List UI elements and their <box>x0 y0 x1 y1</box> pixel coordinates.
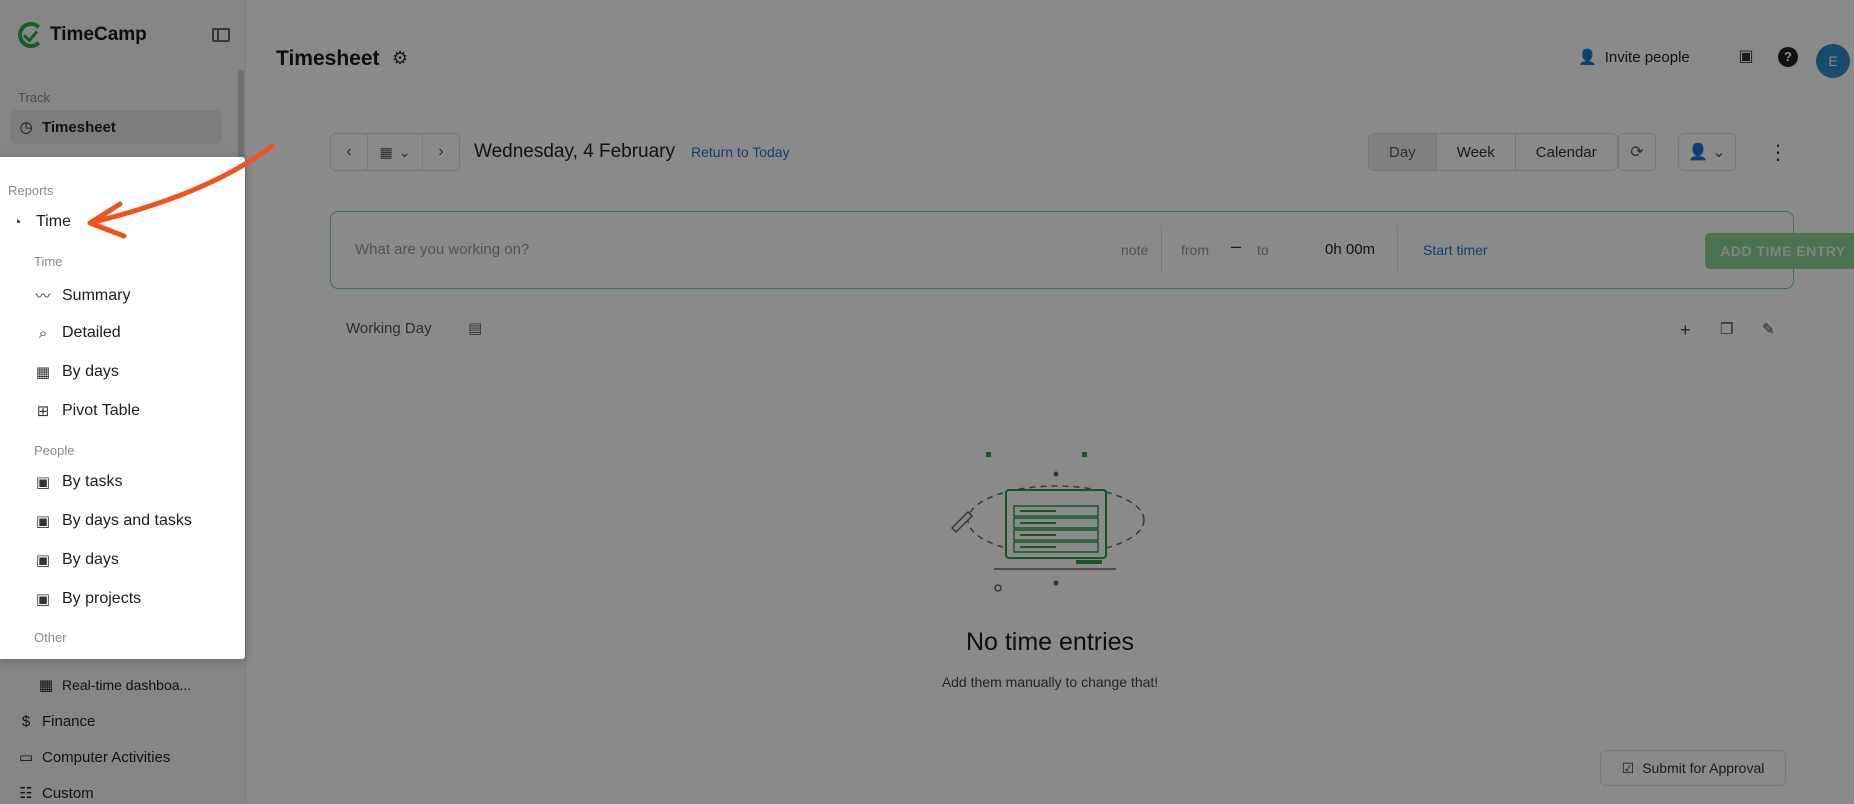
report-people-by-projects[interactable]: ▣ By projects <box>34 590 141 608</box>
reports-section-label: Reports <box>8 183 54 198</box>
magnifier-icon: ⌕ <box>38 324 48 342</box>
report-pivot-table-label: Pivot Table <box>62 402 140 419</box>
report-people-by-tasks[interactable]: ▣ By tasks <box>34 473 123 491</box>
person-card-icon: ▣ <box>35 591 51 608</box>
calendar-grid-icon: ▦ <box>35 364 51 381</box>
annotation-arrow <box>87 143 275 239</box>
report-people-by-days-and-tasks-label: By days and tasks <box>62 512 192 529</box>
report-people-by-days-label: By days <box>62 551 119 568</box>
group-label-other: Other <box>34 630 67 645</box>
group-label-time: Time <box>34 254 63 269</box>
report-pivot-table[interactable]: ⊞ Pivot Table <box>34 402 140 420</box>
report-by-days-label: By days <box>62 363 119 380</box>
report-people-by-projects-label: By projects <box>62 590 142 607</box>
pivot-table-icon: ⊞ <box>36 403 50 420</box>
report-summary-label: Summary <box>62 286 131 304</box>
group-label-people: People <box>34 443 75 458</box>
report-people-by-days-and-tasks[interactable]: ▣ By days and tasks <box>34 512 192 530</box>
reports-time-label: Time <box>36 213 71 230</box>
person-card-icon: ▣ <box>35 552 51 569</box>
report-people-by-tasks-label: By tasks <box>62 473 123 490</box>
person-card-icon: ▣ <box>35 474 51 491</box>
report-people-by-days[interactable]: ▣ By days <box>34 551 119 569</box>
modal-overlay[interactable] <box>0 0 1854 804</box>
report-detailed[interactable]: ⌕ Detailed <box>34 324 121 342</box>
reports-time-item[interactable]: ◔ Time <box>8 213 71 231</box>
report-by-days[interactable]: ▦ By days <box>34 363 119 381</box>
report-summary[interactable]: 〰 Summary <box>34 285 130 306</box>
person-card-icon: ▣ <box>35 513 51 530</box>
pie-chart-icon: ◔ <box>12 213 22 231</box>
line-chart-icon: 〰 <box>35 288 51 305</box>
report-detailed-label: Detailed <box>62 324 121 341</box>
